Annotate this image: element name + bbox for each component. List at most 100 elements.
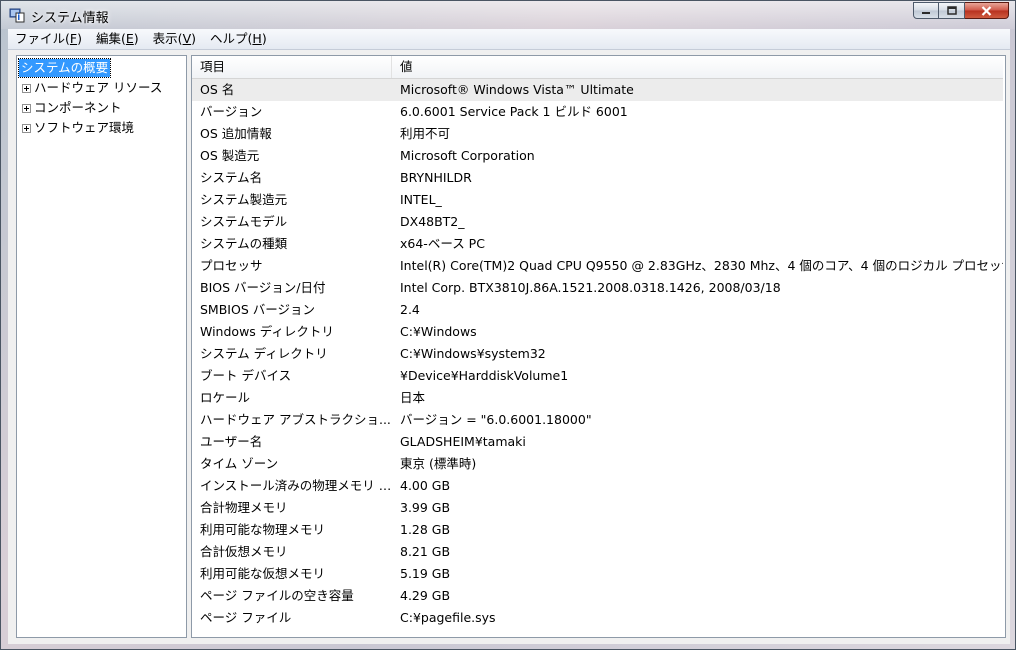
item-cell: ページ ファイル: [200, 610, 292, 625]
table-row[interactable]: OS 名 Microsoft® Windows Vista™ Ultimate: [192, 79, 1003, 101]
item-cell: 利用可能な仮想メモリ: [200, 566, 326, 581]
item-cell: ユーザー名: [200, 434, 263, 449]
tree-item-hardware-resources[interactable]: ハードウェア リソース: [22, 79, 162, 97]
value-cell: 3.99 GB: [400, 500, 451, 515]
app-window: システム情報 ファイル(F) 編集(E) 表示(V) ヘルプ(H) システムの概…: [0, 0, 1016, 650]
client-area: システムの概要 ハードウェア リソース コンポーネント ソフトウェア環境 項目 …: [8, 50, 1010, 644]
menu-help[interactable]: ヘルプ(H): [203, 29, 274, 49]
table-row[interactable]: タイム ゾーン 東京 (標準時): [192, 453, 1003, 475]
value-cell: BRYNHILDR: [400, 170, 472, 185]
column-header-value[interactable]: 値: [392, 56, 1003, 78]
table-row[interactable]: バージョン 6.0.6001 Service Pack 1 ビルド 6001: [192, 101, 1003, 123]
table-row[interactable]: OS 追加情報 利用不可: [192, 123, 1003, 145]
item-cell: 合計物理メモリ: [200, 500, 288, 515]
maximize-icon: [946, 6, 957, 15]
value-cell: 4.29 GB: [400, 588, 451, 603]
item-cell: ページ ファイルの空き容量: [200, 588, 354, 603]
title-bar[interactable]: システム情報: [1, 1, 1015, 29]
table-row[interactable]: ロケール 日本: [192, 387, 1003, 409]
value-cell: GLADSHEIM¥tamaki: [400, 434, 526, 449]
item-cell: プロセッサ: [200, 258, 263, 273]
table-row[interactable]: システム製造元 INTEL_: [192, 189, 1003, 211]
value-cell: INTEL_: [400, 192, 442, 207]
table-row[interactable]: Windows ディレクトリ C:¥Windows: [192, 321, 1003, 343]
menu-view[interactable]: 表示(V): [146, 29, 203, 49]
table-row[interactable]: 合計仮想メモリ 8.21 GB: [192, 541, 1003, 563]
item-cell: 合計仮想メモリ: [200, 544, 288, 559]
value-cell: C:¥pagefile.sys: [400, 610, 496, 625]
table-row[interactable]: ページ ファイルの空き容量 4.29 GB: [192, 585, 1003, 607]
table-row[interactable]: 利用可能な仮想メモリ 5.19 GB: [192, 563, 1003, 585]
value-cell: 6.0.6001 Service Pack 1 ビルド 6001: [400, 104, 628, 119]
value-cell: C:¥Windows¥system32: [400, 346, 546, 361]
item-cell: ロケール: [200, 390, 251, 405]
close-button[interactable]: [965, 2, 1009, 19]
item-cell: ブート デバイス: [200, 368, 292, 383]
item-cell: OS 製造元: [200, 148, 260, 163]
value-cell: 4.00 GB: [400, 478, 451, 493]
value-cell: Microsoft® Windows Vista™ Ultimate: [400, 82, 634, 97]
value-cell: 東京 (標準時): [400, 456, 477, 471]
value-cell: 8.21 GB: [400, 544, 451, 559]
table-row[interactable]: ブート デバイス ¥Device¥HarddiskVolume1: [192, 365, 1003, 387]
category-tree[interactable]: システムの概要 ハードウェア リソース コンポーネント ソフトウェア環境: [16, 55, 187, 638]
table-row[interactable]: BIOS バージョン/日付 Intel Corp. BTX3810J.86A.15…: [192, 277, 1003, 299]
value-cell: C:¥Windows: [400, 324, 477, 339]
expand-plus-icon[interactable]: [22, 124, 31, 133]
value-cell: 2.4: [400, 302, 420, 317]
value-cell: 1.28 GB: [400, 522, 451, 537]
value-cell: Intel(R) Core(TM)2 Quad CPU Q9550 @ 2.83…: [400, 258, 1003, 273]
value-cell: ¥Device¥HarddiskVolume1: [400, 368, 569, 383]
details-list[interactable]: 項目 値 OS 名 Microsoft® Windows Vista™ Ultim…: [191, 55, 1006, 638]
table-row[interactable]: SMBIOS バージョン 2.4: [192, 299, 1003, 321]
table-row[interactable]: ユーザー名 GLADSHEIM¥tamaki: [192, 431, 1003, 453]
minimize-icon: [922, 11, 930, 14]
value-cell: Intel Corp. BTX3810J.86A.1521.2008.0318.…: [400, 280, 781, 295]
value-cell: 5.19 GB: [400, 566, 451, 581]
value-cell: x64-ベース PC: [400, 236, 485, 251]
menu-file[interactable]: ファイル(F): [8, 29, 89, 49]
item-cell: タイム ゾーン: [200, 456, 279, 471]
item-cell: インストール済みの物理メモリ (...: [200, 478, 392, 493]
table-row[interactable]: システム名 BRYNHILDR: [192, 167, 1003, 189]
item-cell: SMBIOS バージョン: [200, 302, 315, 317]
table-row[interactable]: 利用可能な物理メモリ 1.28 GB: [192, 519, 1003, 541]
list-rows: OS 名 Microsoft® Windows Vista™ Ultimate バー…: [192, 79, 1003, 629]
item-cell: バージョン: [200, 104, 263, 119]
list-header: 項目 値: [192, 56, 1003, 79]
system-info-icon[interactable]: [9, 7, 25, 23]
minimize-button[interactable]: [913, 2, 939, 19]
value-cell: DX48BT2_: [400, 214, 465, 229]
expand-plus-icon[interactable]: [22, 104, 31, 113]
value-cell: 日本: [400, 390, 426, 405]
tree-item-system-summary[interactable]: システムの概要: [17, 58, 112, 78]
table-row[interactable]: システムの種類 x64-ベース PC: [192, 233, 1003, 255]
item-cell: ハードウェア アブストラクショ...: [200, 412, 391, 427]
tree-item-components[interactable]: コンポーネント: [22, 99, 122, 117]
expand-plus-icon[interactable]: [22, 84, 31, 93]
table-row[interactable]: システムモデル DX48BT2_: [192, 211, 1003, 233]
item-cell: Windows ディレクトリ: [200, 324, 334, 339]
menu-edit[interactable]: 編集(E): [89, 29, 146, 49]
close-icon: [981, 5, 992, 16]
table-row[interactable]: ページ ファイル C:¥pagefile.sys: [192, 607, 1003, 629]
table-row[interactable]: ハードウェア アブストラクショ... バージョン = "6.0.6001.1800…: [192, 409, 1003, 431]
tree-item-software-environment[interactable]: ソフトウェア環境: [22, 119, 134, 137]
table-row[interactable]: インストール済みの物理メモリ (... 4.00 GB: [192, 475, 1003, 497]
table-row[interactable]: システム ディレクトリ C:¥Windows¥system32: [192, 343, 1003, 365]
value-cell: バージョン = "6.0.6001.18000": [400, 412, 592, 427]
maximize-button[interactable]: [939, 2, 965, 19]
item-cell: 利用可能な物理メモリ: [200, 522, 326, 537]
item-cell: システムモデル: [200, 214, 288, 229]
item-cell: システム名: [200, 170, 263, 185]
item-cell: BIOS バージョン/日付: [200, 280, 326, 295]
item-cell: システム製造元: [200, 192, 288, 207]
table-row[interactable]: OS 製造元 Microsoft Corporation: [192, 145, 1003, 167]
menu-bar: ファイル(F) 編集(E) 表示(V) ヘルプ(H): [8, 29, 1010, 50]
table-row[interactable]: プロセッサ Intel(R) Core(TM)2 Quad CPU Q9550 @…: [192, 255, 1003, 277]
column-header-item[interactable]: 項目: [192, 56, 392, 78]
caption-buttons: [913, 2, 1009, 20]
item-cell: システム ディレクトリ: [200, 346, 328, 361]
table-row[interactable]: 合計物理メモリ 3.99 GB: [192, 497, 1003, 519]
value-cell: Microsoft Corporation: [400, 148, 535, 163]
